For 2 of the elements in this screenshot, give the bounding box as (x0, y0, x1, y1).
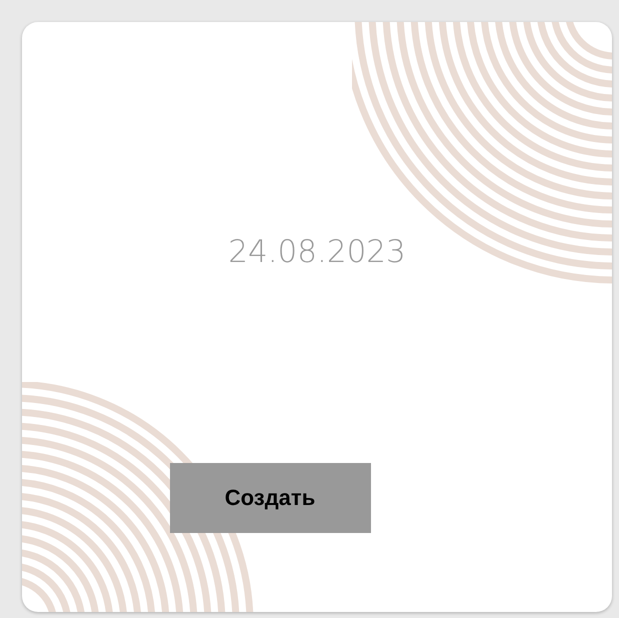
create-button[interactable]: Создать (170, 463, 370, 533)
date-text: 24.08.2023 (228, 234, 406, 270)
